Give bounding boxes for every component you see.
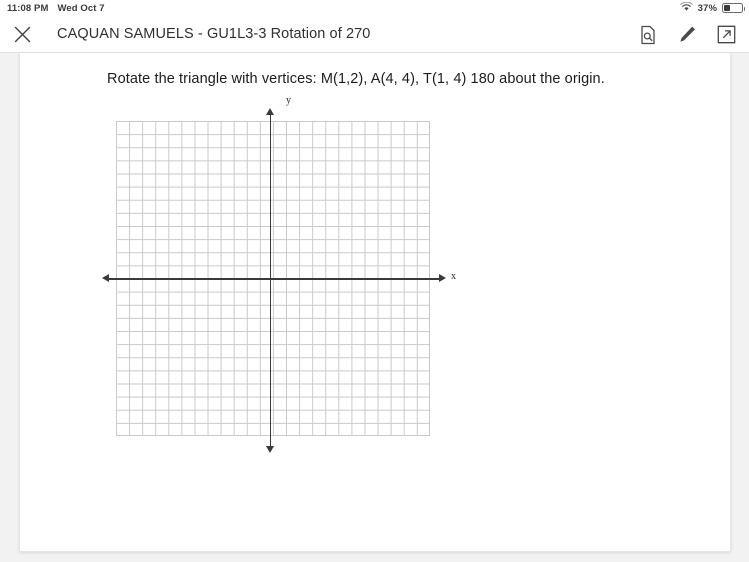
status-bar-left: 11:08 PM Wed Oct 7 xyxy=(0,3,105,14)
y-axis-label: y xyxy=(286,95,291,106)
pencil-edit-icon[interactable] xyxy=(676,24,698,46)
x-axis-line xyxy=(106,278,440,280)
y-axis-line xyxy=(269,114,272,448)
wifi-icon xyxy=(679,1,693,15)
status-bar-right: 37% xyxy=(679,0,745,16)
y-axis-down-arrow-icon xyxy=(266,446,274,453)
close-icon[interactable] xyxy=(10,22,34,46)
document-search-icon[interactable] xyxy=(637,24,659,46)
x-axis-right-arrow-icon xyxy=(439,274,446,282)
document-page: Rotate the triangle with vertices: M(1,2… xyxy=(19,53,731,552)
status-bar: 11:08 PM Wed Oct 7 37% xyxy=(0,0,749,16)
x-axis-label: x xyxy=(451,271,456,282)
battery-percent-label: 37% xyxy=(697,2,717,14)
status-date: Wed Oct 7 xyxy=(57,2,105,14)
question-prompt: Rotate the triangle with vertices: M(1,2… xyxy=(107,71,605,87)
battery-icon xyxy=(722,3,745,13)
share-external-icon[interactable] xyxy=(715,24,737,46)
coordinate-plane: y x xyxy=(102,95,482,511)
status-time: 11:08 PM xyxy=(7,2,49,14)
y-axis-up-arrow-icon xyxy=(266,108,274,115)
document-title: CAQUAN SAMUELS - GU1L3-3 Rotation of 270 xyxy=(57,26,371,42)
x-axis-left-arrow-icon xyxy=(102,274,109,282)
document-toolbar: CAQUAN SAMUELS - GU1L3-3 Rotation of 270 xyxy=(0,16,749,53)
toolbar-actions xyxy=(637,16,737,53)
